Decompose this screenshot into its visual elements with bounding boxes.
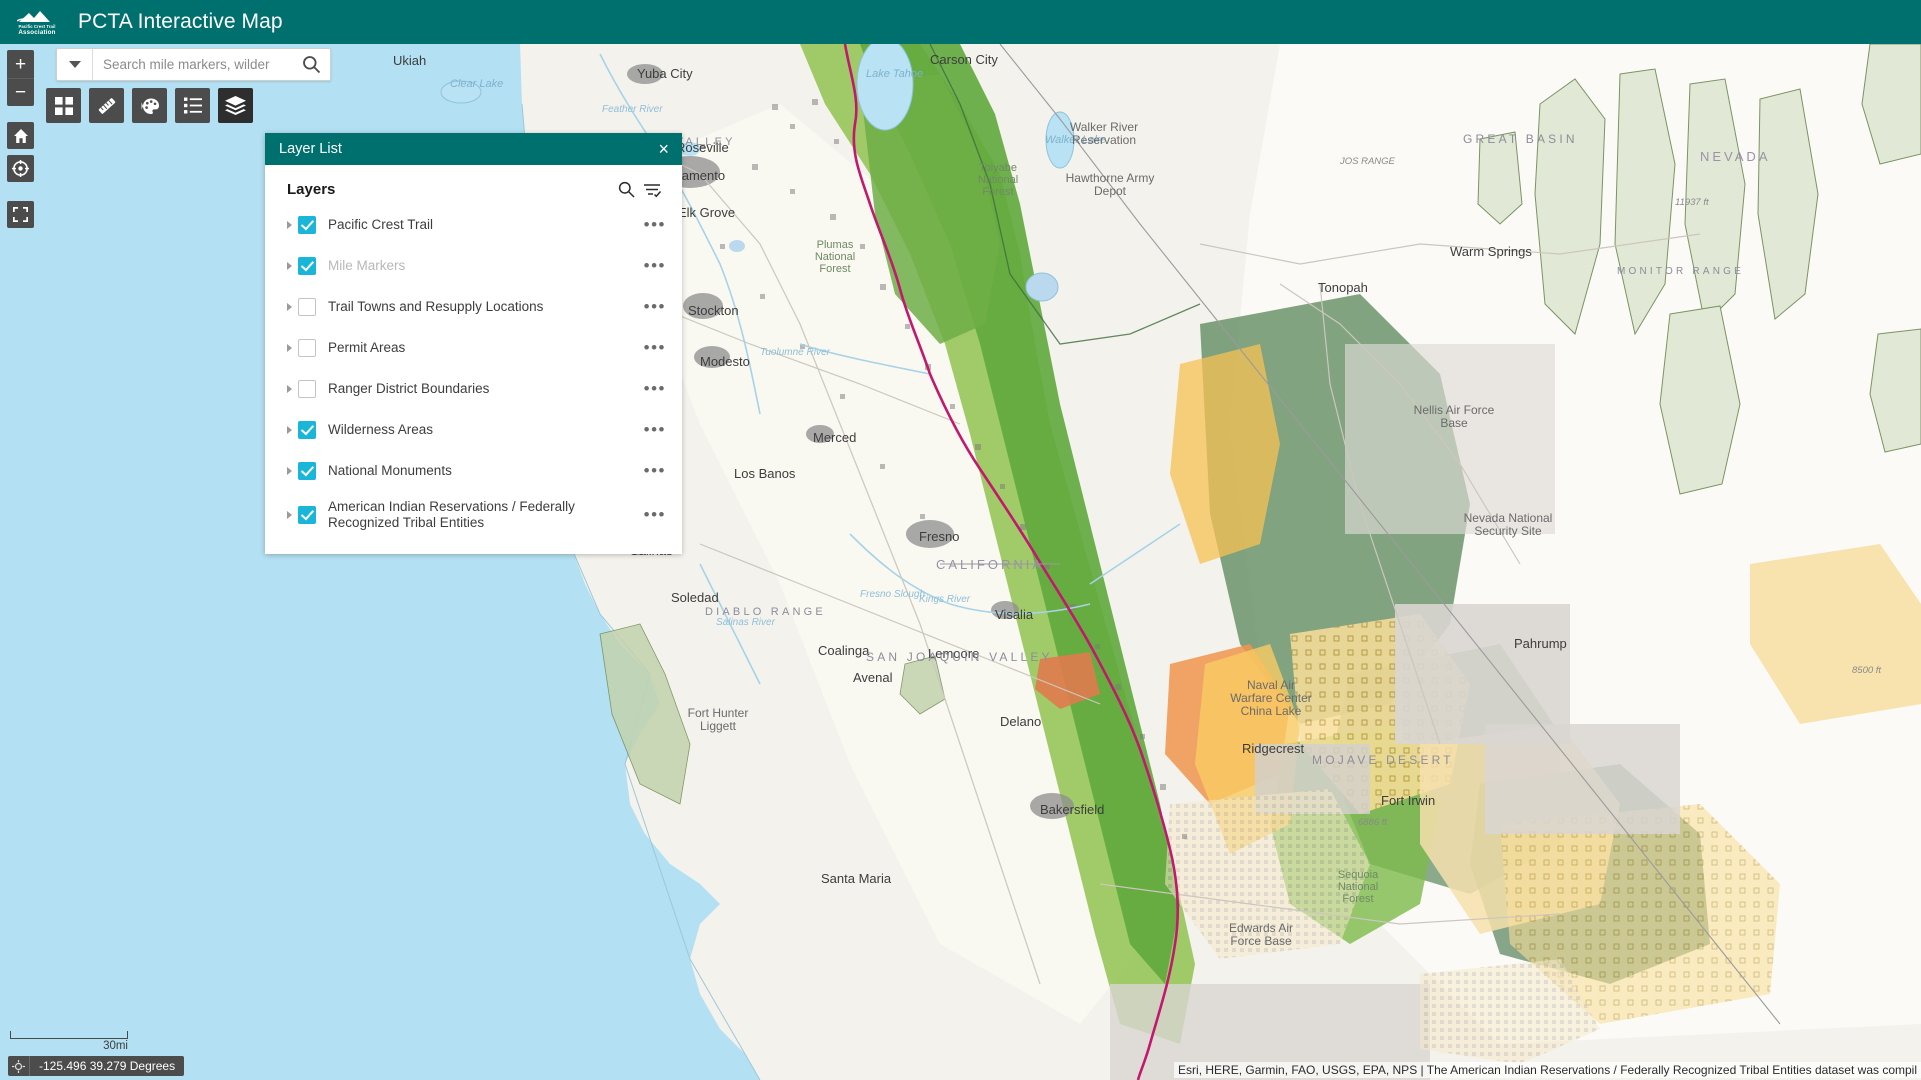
draw-button[interactable] <box>132 88 167 123</box>
layer-row[interactable]: Permit Areas ••• <box>265 327 682 368</box>
layer-options-menu-button[interactable]: ••• <box>642 339 668 357</box>
layer-list-panel: Layer List × Layers Pacific Crest Trail … <box>265 133 682 554</box>
layer-options-menu-button[interactable]: ••• <box>642 257 668 275</box>
close-icon[interactable]: × <box>655 140 672 158</box>
layer-name-label: Wilderness Areas <box>328 421 434 437</box>
crosshair-icon <box>8 1056 30 1076</box>
layer-row[interactable]: Mile Markers ••• <box>265 245 682 286</box>
layer-options-menu-button[interactable]: ••• <box>642 462 668 480</box>
layer-name-label: Mile Markers <box>328 257 406 273</box>
expand-arrow-icon[interactable] <box>287 343 292 352</box>
map-attribution: Esri, HERE, Garmin, FAO, USGS, EPA, NPS … <box>1174 1062 1921 1078</box>
layer-visibility-checkbox[interactable] <box>298 297 316 316</box>
coordinate-readout: -125.496 39.279 Degrees <box>39 1059 176 1073</box>
layers-section-header: Layers <box>265 165 682 204</box>
layer-options-menu-button[interactable]: ••• <box>642 421 668 439</box>
search-submit-button[interactable] <box>292 49 330 80</box>
layer-list: Pacific Crest Trail ••• Mile Markers ••• Tra… <box>265 204 682 538</box>
zoom-in-button[interactable]: + <box>7 50 34 78</box>
layer-name-label: National Monuments <box>328 462 452 478</box>
locate-icon <box>12 160 29 177</box>
search-bar <box>56 48 331 81</box>
expand-arrow-icon[interactable] <box>287 466 292 475</box>
page-title: PCTA Interactive Map <box>78 10 283 33</box>
layer-row[interactable]: National Monuments ••• <box>265 450 682 491</box>
fullscreen-button[interactable] <box>7 201 34 228</box>
layer-options-menu-button[interactable]: ••• <box>642 506 668 524</box>
layer-visibility-checkbox[interactable] <box>298 338 316 357</box>
layer-row[interactable]: Trail Towns and Resupply Locations ••• <box>265 286 682 327</box>
layer-options-menu-button[interactable]: ••• <box>642 380 668 398</box>
ruler-icon <box>98 97 115 114</box>
legend-button[interactable] <box>175 88 210 123</box>
widget-toolbar <box>46 88 253 123</box>
layer-visibility-checkbox[interactable] <box>298 420 316 439</box>
layer-name-label: Ranger District Boundaries <box>328 380 490 396</box>
layers-icon <box>225 96 246 115</box>
chevron-down-icon <box>68 61 81 68</box>
layer-row[interactable]: Ranger District Boundaries ••• <box>265 368 682 409</box>
layer-name-label: American Indian Reservations / Federally… <box>328 499 575 530</box>
layer-options-menu-button[interactable]: ••• <box>642 298 668 316</box>
scale-bar-line <box>10 1031 128 1039</box>
basemap-gallery-button[interactable] <box>46 88 81 123</box>
layer-list-button[interactable] <box>218 88 253 123</box>
layers-section-title: Layers <box>287 181 336 198</box>
layer-filter-icon[interactable] <box>644 182 662 198</box>
layer-options-menu-button[interactable]: ••• <box>642 216 668 234</box>
locate-button[interactable] <box>7 155 34 182</box>
layer-search-icon[interactable] <box>618 181 635 198</box>
layer-visibility-checkbox[interactable] <box>298 215 316 234</box>
layer-row[interactable]: American Indian Reservations / Federally… <box>265 491 682 538</box>
app-header: Pacific Crest Trail Association PCTA Int… <box>0 0 1921 44</box>
palette-icon <box>141 98 159 114</box>
search-icon <box>302 56 320 74</box>
expand-arrow-icon[interactable] <box>287 510 292 519</box>
grid-icon <box>54 96 73 115</box>
scale-bar-label: 30mi <box>103 1040 128 1052</box>
expand-arrow-icon[interactable] <box>287 220 292 229</box>
pcta-map-application: Carson City Yuba City Sacramento Roseville U… <box>0 0 1921 1080</box>
mountain-icon <box>17 10 50 22</box>
scale-bar: 30mi <box>10 1031 128 1052</box>
expand-arrow-icon[interactable] <box>287 425 292 434</box>
expand-arrow-icon[interactable] <box>287 384 292 393</box>
fullscreen-icon <box>13 207 28 222</box>
layer-name-label: Pacific Crest Trail <box>328 216 434 232</box>
zoom-out-button[interactable]: − <box>7 78 34 106</box>
logo-line-2: Association <box>18 28 56 36</box>
layer-visibility-checkbox[interactable] <box>298 256 316 275</box>
home-icon <box>13 128 28 143</box>
layer-visibility-checkbox[interactable] <box>298 379 316 398</box>
layer-name-label: Trail Towns and Resupply Locations <box>328 298 544 314</box>
layer-name-label: Permit Areas <box>328 339 406 355</box>
coordinate-widget[interactable]: -125.496 39.279 Degrees <box>8 1056 185 1076</box>
layer-list-panel-body: Layers Pacific Crest Trail ••• Mile Mark… <box>265 165 682 554</box>
expand-arrow-icon[interactable] <box>287 261 292 270</box>
layer-visibility-checkbox[interactable] <box>298 505 316 524</box>
expand-arrow-icon[interactable] <box>287 302 292 311</box>
layer-row[interactable]: Wilderness Areas ••• <box>265 409 682 450</box>
search-source-dropdown[interactable] <box>57 49 93 80</box>
search-input[interactable] <box>93 49 292 80</box>
pcta-logo[interactable]: Pacific Crest Trail Association <box>14 5 60 39</box>
measure-button[interactable] <box>89 88 124 123</box>
home-button[interactable] <box>7 122 34 149</box>
list-icon <box>183 97 202 114</box>
layer-list-panel-header: Layer List × <box>265 133 682 165</box>
layer-list-panel-title: Layer List <box>279 141 342 157</box>
layer-row[interactable]: Pacific Crest Trail ••• <box>265 204 682 245</box>
zoom-control: + − <box>7 50 34 106</box>
layer-visibility-checkbox[interactable] <box>298 461 316 480</box>
